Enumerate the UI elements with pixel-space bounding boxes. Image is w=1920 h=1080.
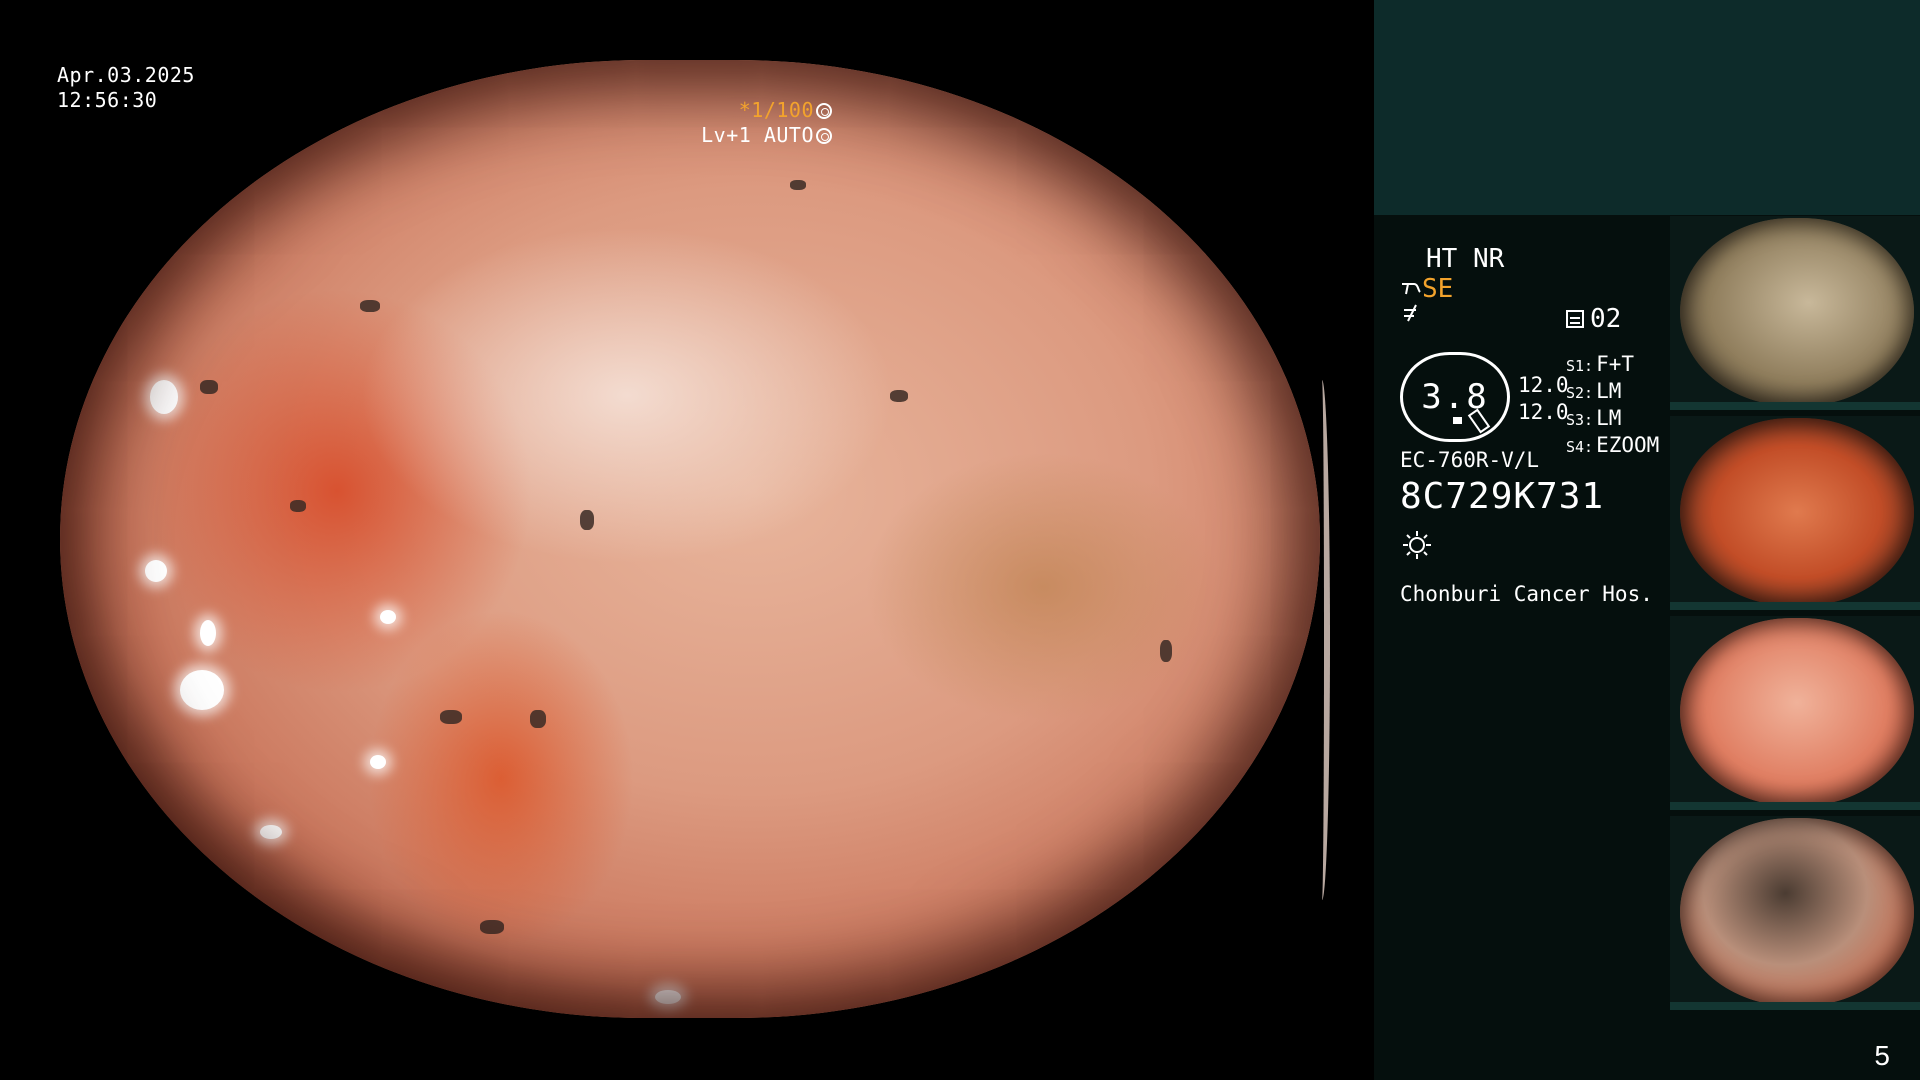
gauge-value-1: 12.0 bbox=[1518, 373, 1569, 397]
thumbnail-caption-bar bbox=[1670, 602, 1920, 610]
memory-number: 02 bbox=[1590, 304, 1622, 334]
info-panel: HT NR SE 02 3.8 12.0 12.0 S1:F+T S2:LM bbox=[1374, 0, 1920, 1080]
setting-key: S4: bbox=[1566, 438, 1594, 456]
setting-value: EZOOM bbox=[1596, 433, 1660, 457]
lens-vignette bbox=[60, 60, 1320, 1018]
shutter-speed: *1/100 bbox=[738, 98, 814, 122]
aperture-icon bbox=[816, 103, 832, 119]
time-text: 12:56:30 bbox=[57, 88, 158, 112]
timestamp: Apr.03.2025 12:56:30 bbox=[57, 63, 195, 113]
thumbnail-caption-bar bbox=[1670, 1002, 1920, 1010]
iris-gauge: 3.8 bbox=[1400, 352, 1510, 442]
setting-row: S4: EZOOM bbox=[1566, 433, 1659, 460]
panel-header-area bbox=[1374, 0, 1920, 215]
gauge-mark bbox=[1453, 417, 1462, 424]
se-line: SE bbox=[1400, 274, 1453, 304]
setting-row: S2: LM bbox=[1566, 379, 1659, 406]
setting-value: LM bbox=[1596, 379, 1622, 403]
endoscope-view: Apr.03.2025 12:56:30 *1/100 Lv+1 AUTO bbox=[0, 0, 1374, 1080]
gauge-values: 12.0 12.0 bbox=[1518, 372, 1569, 426]
scope-serial: 8C729K731 bbox=[1400, 476, 1605, 517]
captured-thumbnail[interactable] bbox=[1670, 416, 1920, 610]
thumbnail-image bbox=[1680, 218, 1914, 406]
setting-value: F+T bbox=[1596, 352, 1635, 376]
enhance-line: Lv+1 AUTO bbox=[701, 123, 832, 148]
memory-icon bbox=[1566, 310, 1584, 328]
captured-thumbnail[interactable] bbox=[1670, 616, 1920, 810]
shutter-line: *1/100 bbox=[701, 98, 832, 123]
structure-enhance-icon bbox=[1402, 283, 1421, 295]
mode-text: HT NR bbox=[1426, 244, 1505, 274]
page-number: 5 bbox=[1874, 1040, 1890, 1071]
date-text: Apr.03.2025 bbox=[57, 63, 195, 87]
color-mode-line bbox=[1400, 302, 1422, 330]
setting-key: S2: bbox=[1566, 384, 1594, 402]
setting-row: S3: LM bbox=[1566, 406, 1659, 433]
memory-slot: 02 bbox=[1566, 304, 1621, 334]
thumbnail-image bbox=[1680, 818, 1914, 1006]
captured-thumbnail[interactable] bbox=[1670, 216, 1920, 410]
exposure-readout: *1/100 Lv+1 AUTO bbox=[701, 98, 832, 148]
se-text: SE bbox=[1422, 274, 1454, 304]
hospital-name: Chonburi Cancer Hos. bbox=[1400, 582, 1653, 606]
scope-model: EC-760R-V/L bbox=[1400, 448, 1540, 472]
switch-settings: S1: F+T S2: LM S3: LM S4: EZOOM bbox=[1566, 352, 1659, 460]
light-icon bbox=[1400, 528, 1434, 562]
gauge-value: 3.8 bbox=[1421, 377, 1489, 417]
gauge-value-2: 12.0 bbox=[1518, 400, 1569, 424]
thumbnail-image bbox=[1680, 418, 1914, 606]
lens-rim bbox=[1314, 380, 1330, 900]
thumbnail-caption-bar bbox=[1670, 402, 1920, 410]
enhance-level: Lv+1 AUTO bbox=[701, 123, 814, 147]
thumbnail-caption-bar bbox=[1670, 802, 1920, 810]
setting-value: LM bbox=[1596, 406, 1622, 430]
color-mode-icon bbox=[1404, 304, 1417, 322]
endoscopic-image bbox=[60, 60, 1320, 1018]
setting-row: S1: F+T bbox=[1566, 352, 1659, 379]
setting-key: S3: bbox=[1566, 411, 1594, 429]
thumbnail-image bbox=[1680, 618, 1914, 806]
auto-iris-icon bbox=[816, 128, 832, 144]
setting-key: S1: bbox=[1566, 357, 1594, 375]
captured-thumbnail[interactable] bbox=[1670, 816, 1920, 1010]
